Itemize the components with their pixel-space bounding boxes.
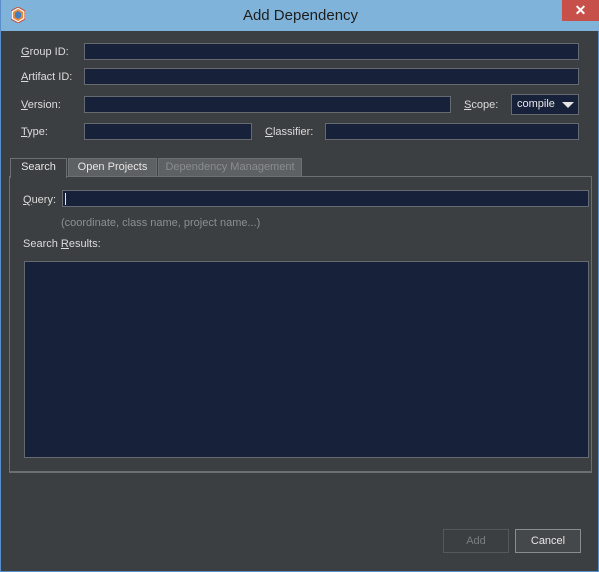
tab-open-projects[interactable]: Open Projects — [68, 158, 157, 177]
query-input[interactable] — [62, 190, 589, 207]
title-bar[interactable]: Add Dependency ✕ — [1, 0, 599, 31]
type-field[interactable] — [84, 123, 252, 140]
add-button: Add — [443, 529, 509, 553]
search-tab-panel: Query: (coordinate, class name, project … — [9, 176, 592, 472]
artifact-id-label: Artifact ID: — [21, 71, 73, 83]
type-label: Type: — [21, 126, 48, 138]
scope-selected-value: compile — [517, 98, 555, 110]
divider — [9, 472, 592, 473]
tab-strip: Search Open Projects Dependency Manageme… — [9, 158, 592, 178]
cancel-button[interactable]: Cancel — [515, 529, 581, 553]
group-id-label: Group ID: — [21, 46, 69, 58]
tab-dependency-management: Dependency Management — [158, 158, 302, 177]
classifier-field[interactable] — [325, 123, 579, 140]
add-dependency-dialog: Add Dependency ✕ Group ID: Artifact ID: … — [0, 0, 599, 572]
window-title: Add Dependency — [242, 7, 359, 24]
search-results-list[interactable] — [24, 261, 589, 458]
close-button[interactable]: ✕ — [562, 0, 599, 21]
group-id-field[interactable] — [84, 43, 579, 60]
classifier-label: Classifier: — [265, 126, 314, 138]
dialog-content: Group ID: Artifact ID: Version: Scope: c… — [9, 31, 592, 564]
version-label: Version: — [21, 99, 61, 111]
chevron-down-icon — [562, 102, 574, 108]
search-results-label: Search Results: — [23, 238, 101, 250]
artifact-id-field[interactable] — [84, 68, 579, 85]
close-icon: ✕ — [574, 2, 587, 18]
version-field[interactable] — [84, 96, 451, 113]
query-hint: (coordinate, class name, project name...… — [61, 217, 261, 229]
query-label: Query: — [23, 194, 57, 206]
tab-search[interactable]: Search — [10, 158, 67, 178]
text-caret — [65, 193, 66, 205]
scope-dropdown[interactable]: compile — [511, 94, 579, 115]
scope-label: Scope: — [464, 99, 499, 111]
